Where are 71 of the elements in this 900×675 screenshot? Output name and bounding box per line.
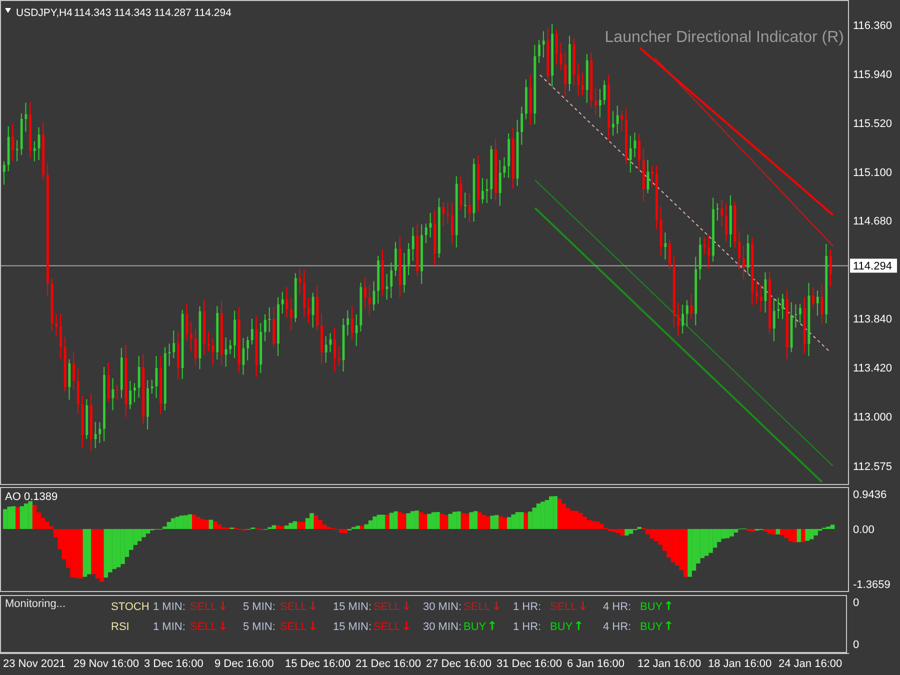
price-tick-label: 115.100 bbox=[853, 166, 892, 179]
scale-label: 0 bbox=[853, 597, 860, 609]
timeframe-label: 4 HR: bbox=[603, 620, 632, 632]
time-tick-label: 9 Dec 16:00 bbox=[214, 658, 275, 670]
arrow-glyph: ↓ bbox=[218, 620, 228, 633]
indicator-name: STOCH bbox=[111, 600, 150, 612]
time-tick-label: 29 Nov 16:00 bbox=[74, 658, 140, 670]
signal-label: SELL bbox=[374, 620, 400, 632]
scale-label: 0 bbox=[853, 639, 860, 651]
arrow-glyph: ↑ bbox=[574, 620, 584, 633]
time-tick-label: 23 Nov 2021 bbox=[3, 658, 66, 670]
timeframe-label: 30 MIN: bbox=[423, 600, 462, 612]
signal-label: SELL bbox=[280, 620, 307, 632]
scale-label: 0.9436 bbox=[853, 489, 887, 501]
signal-label: BUY bbox=[640, 600, 663, 612]
timeframe-label: 1 MIN: bbox=[153, 600, 186, 612]
time-tick-label: 15 Dec 16:00 bbox=[285, 658, 352, 670]
time-tick-label: 12 Jan 16:00 bbox=[638, 658, 702, 670]
signal-label: SELL bbox=[464, 600, 490, 612]
arrow-glyph: ↓ bbox=[401, 620, 412, 633]
arrow-glyph: ↓ bbox=[218, 600, 228, 613]
time-tick-label: 18 Jan 16:00 bbox=[708, 658, 773, 670]
signal-label: BUY bbox=[550, 620, 573, 632]
price-tick-label: 112.575 bbox=[853, 460, 892, 473]
timeframe-label: 4 HR: bbox=[603, 600, 632, 612]
scale-label: 0.00 bbox=[853, 524, 874, 536]
signal-label: SELL bbox=[374, 600, 400, 612]
time-tick-label: 3 Dec 16:00 bbox=[144, 658, 204, 670]
scale-label: -1.3659 bbox=[853, 579, 890, 591]
signal-label: SELL bbox=[190, 600, 217, 612]
arrow-glyph: ↑ bbox=[664, 600, 674, 613]
arrow-glyph: ↓ bbox=[308, 600, 318, 613]
signal-label: BUY bbox=[640, 620, 663, 632]
timeframe-label: 30 MIN: bbox=[423, 620, 462, 632]
indicator-name: RSI bbox=[111, 620, 130, 632]
dropdown-triangle-icon[interactable] bbox=[5, 8, 11, 13]
price-tick-label: 115.520 bbox=[853, 118, 892, 130]
price-tick-label: 114.680 bbox=[853, 216, 892, 228]
timeframe-label: 1 HR: bbox=[513, 620, 542, 632]
timeframe-label: 5 MIN: bbox=[243, 600, 276, 612]
timeframe-label: 1 HR: bbox=[513, 600, 542, 612]
signal-label: SELL bbox=[550, 600, 577, 612]
price-tick-label: 113.840 bbox=[853, 314, 892, 326]
current-price-label: 114.294 bbox=[850, 258, 897, 273]
arrow-glyph: ↑ bbox=[664, 620, 674, 633]
signal-label: BUY bbox=[464, 620, 486, 632]
price-tick-label: 113.000 bbox=[853, 411, 892, 424]
arrow-glyph: ↓ bbox=[491, 600, 502, 613]
time-tick-label: 24 Jan 16:00 bbox=[778, 658, 844, 670]
timeframe-label: 5 MIN: bbox=[243, 620, 276, 632]
price-tick-label: 116.360 bbox=[853, 20, 892, 32]
indicator-label: AO 0.1389 bbox=[5, 491, 58, 503]
time-tick-label: 6 Jan 16:00 bbox=[567, 658, 626, 670]
arrow-glyph: ↓ bbox=[308, 620, 318, 633]
signal-label: SELL bbox=[190, 620, 217, 632]
price-tick-label: 113.420 bbox=[853, 362, 892, 374]
arrow-glyph: ↑ bbox=[487, 620, 498, 633]
price-tick-label: 115.940 bbox=[853, 68, 892, 81]
panel-label: Monitoring... bbox=[5, 598, 67, 612]
indicator-title: Launcher Directional Indicator (R) bbox=[604, 29, 844, 46]
time-tick-label: 31 Dec 16:00 bbox=[496, 658, 563, 670]
arrow-glyph: ↓ bbox=[401, 600, 412, 613]
ohlc-values: 114.343 114.343 114.287 114.294 bbox=[74, 7, 232, 19]
symbol-label: USDJPY,H4 bbox=[16, 7, 72, 19]
timeframe-label: 15 MIN: bbox=[333, 620, 372, 632]
time-tick-label: 21 Dec 16:00 bbox=[356, 658, 422, 670]
signal-label: SELL bbox=[280, 600, 307, 612]
timeframe-label: 1 MIN: bbox=[153, 620, 186, 632]
time-tick-label: 27 Dec 16:00 bbox=[426, 658, 492, 670]
timeframe-label: 15 MIN: bbox=[333, 600, 372, 612]
arrow-glyph: ↓ bbox=[578, 600, 588, 613]
